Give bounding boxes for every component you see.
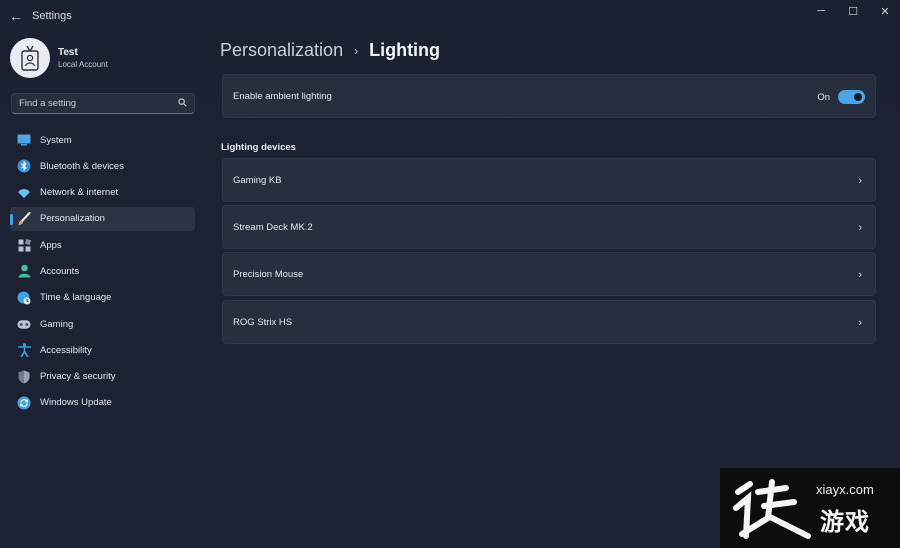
- toggle-state-label: On: [817, 91, 830, 103]
- back-arrow-icon: ←: [9, 8, 23, 24]
- gamepad-icon: [17, 317, 31, 331]
- sidebar-item-windows-update[interactable]: Windows Update: [10, 391, 195, 415]
- sidebar-item-label: Accounts: [40, 265, 80, 277]
- device-row-stream-deck[interactable]: Stream Deck MK.2 ›: [222, 205, 876, 249]
- sidebar-item-label: Apps: [40, 239, 62, 251]
- monitor-icon: [17, 133, 31, 147]
- device-label: Gaming KB: [233, 174, 282, 186]
- chevron-right-icon: ›: [858, 222, 862, 234]
- sidebar-item-label: Privacy & security: [40, 371, 116, 383]
- ambient-lighting-toggle[interactable]: [838, 90, 865, 104]
- sidebar-item-gaming[interactable]: Gaming: [10, 312, 195, 336]
- sidebar-item-personalization[interactable]: Personalization: [10, 206, 195, 231]
- page-title: Lighting: [369, 40, 441, 60]
- search-box[interactable]: [11, 93, 195, 114]
- close-button[interactable]: ✕: [870, 0, 900, 22]
- wifi-icon: [17, 186, 31, 200]
- breadcrumb: Personalization › Lighting: [220, 40, 440, 61]
- toggle-knob: [854, 93, 862, 101]
- sidebar-item-accessibility[interactable]: Accessibility: [10, 338, 195, 362]
- shield-icon: [17, 370, 31, 384]
- sidebar-item-label: Accessibility: [40, 344, 92, 356]
- search-input[interactable]: [19, 98, 178, 109]
- window-controls: ─ ☐ ✕: [804, 0, 900, 22]
- sidebar-item-privacy-security[interactable]: Privacy & security: [10, 365, 195, 389]
- ambient-lighting-toggle-group: On: [817, 75, 865, 119]
- section-title-lighting-devices: Lighting devices: [221, 142, 296, 153]
- back-button[interactable]: ←: [0, 0, 32, 32]
- sidebar-item-system[interactable]: System: [10, 128, 195, 152]
- sidebar-item-label: Network & internet: [40, 187, 119, 199]
- watermark-site: xiayx.com: [816, 482, 874, 497]
- app-title: Settings: [32, 10, 72, 22]
- sidebar-item-label: Personalization: [40, 213, 105, 225]
- device-label: Stream Deck MK.2: [233, 221, 313, 233]
- update-icon: [17, 396, 31, 410]
- person-icon: [17, 264, 31, 278]
- watermark: xiayx.com 游戏: [720, 468, 900, 548]
- accessibility-icon: [17, 343, 31, 358]
- brush-icon: [17, 211, 31, 226]
- apps-icon: [17, 238, 31, 252]
- minimize-icon: ─: [817, 5, 825, 17]
- search-icon: [178, 98, 187, 109]
- device-label: Precision Mouse: [233, 268, 304, 280]
- user-name: Test: [58, 47, 78, 58]
- sidebar-item-label: System: [40, 134, 72, 146]
- watermark-text: 游戏: [820, 508, 870, 536]
- settings-window: ← Settings ─ ☐ ✕ Test Local Account Find…: [0, 0, 900, 548]
- breadcrumb-parent[interactable]: Personalization: [220, 40, 343, 61]
- chevron-right-icon: ›: [858, 175, 862, 187]
- sidebar-item-label: Gaming: [40, 318, 74, 330]
- sidebar-item-label: Windows Update: [40, 397, 112, 409]
- device-row-rog-strix-hs[interactable]: ROG Strix HS ›: [222, 300, 876, 344]
- ambient-lighting-label: Enable ambient lighting: [233, 90, 332, 102]
- device-row-precision-mouse[interactable]: Precision Mouse ›: [222, 252, 876, 296]
- chevron-right-icon: ›: [858, 317, 862, 329]
- bluetooth-icon: [17, 159, 31, 173]
- globe-clock-icon: [17, 291, 31, 305]
- sidebar-item-bluetooth[interactable]: Bluetooth & devices: [10, 154, 195, 178]
- sidebar-item-accounts[interactable]: Accounts: [10, 259, 195, 283]
- sidebar: Test Local Account System Bluetooth &: [0, 32, 206, 548]
- sidebar-item-apps[interactable]: Apps: [10, 233, 195, 257]
- badge-person-icon: [21, 45, 39, 71]
- device-label: ROG Strix HS: [233, 316, 293, 328]
- sidebar-nav: System Bluetooth & devices Network & int…: [10, 128, 195, 417]
- chevron-right-icon: ›: [354, 43, 359, 58]
- maximize-button[interactable]: ☐: [838, 0, 868, 22]
- chevron-right-icon: ›: [858, 269, 862, 281]
- sidebar-item-time-language[interactable]: Time & language: [10, 286, 195, 310]
- sidebar-item-label: Time & language: [40, 292, 112, 304]
- user-profile[interactable]: Test Local Account: [10, 38, 108, 78]
- title-bar: ← Settings ─ ☐ ✕: [0, 0, 900, 32]
- sidebar-item-network[interactable]: Network & internet: [10, 181, 195, 205]
- minimize-button[interactable]: ─: [806, 0, 836, 22]
- avatar: [10, 38, 50, 78]
- account-type: Local Account: [58, 60, 108, 69]
- maximize-icon: ☐: [848, 5, 858, 18]
- sidebar-item-label: Bluetooth & devices: [40, 160, 124, 172]
- watermark-logo-icon: [733, 479, 811, 539]
- device-row-gaming-kb[interactable]: Gaming KB ›: [222, 158, 876, 202]
- ambient-lighting-card: Enable ambient lighting On: [222, 74, 876, 118]
- close-icon: ✕: [880, 5, 890, 18]
